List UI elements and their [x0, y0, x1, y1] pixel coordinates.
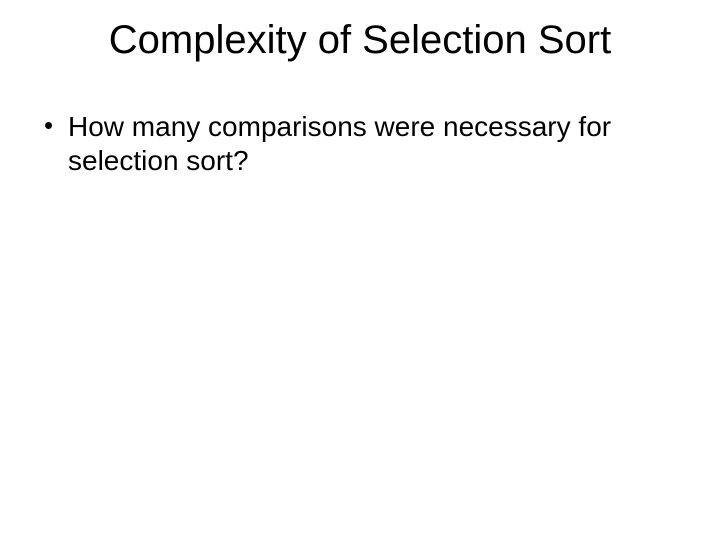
list-item: How many comparisons were necessary for … [40, 110, 660, 178]
bullet-text: How many comparisons were necessary for … [68, 111, 611, 176]
bullet-list: How many comparisons were necessary for … [40, 110, 660, 178]
slide-body: How many comparisons were necessary for … [40, 110, 660, 178]
slide-title: Complexity of Selection Sort [0, 18, 720, 63]
slide: Complexity of Selection Sort How many co… [0, 0, 720, 540]
